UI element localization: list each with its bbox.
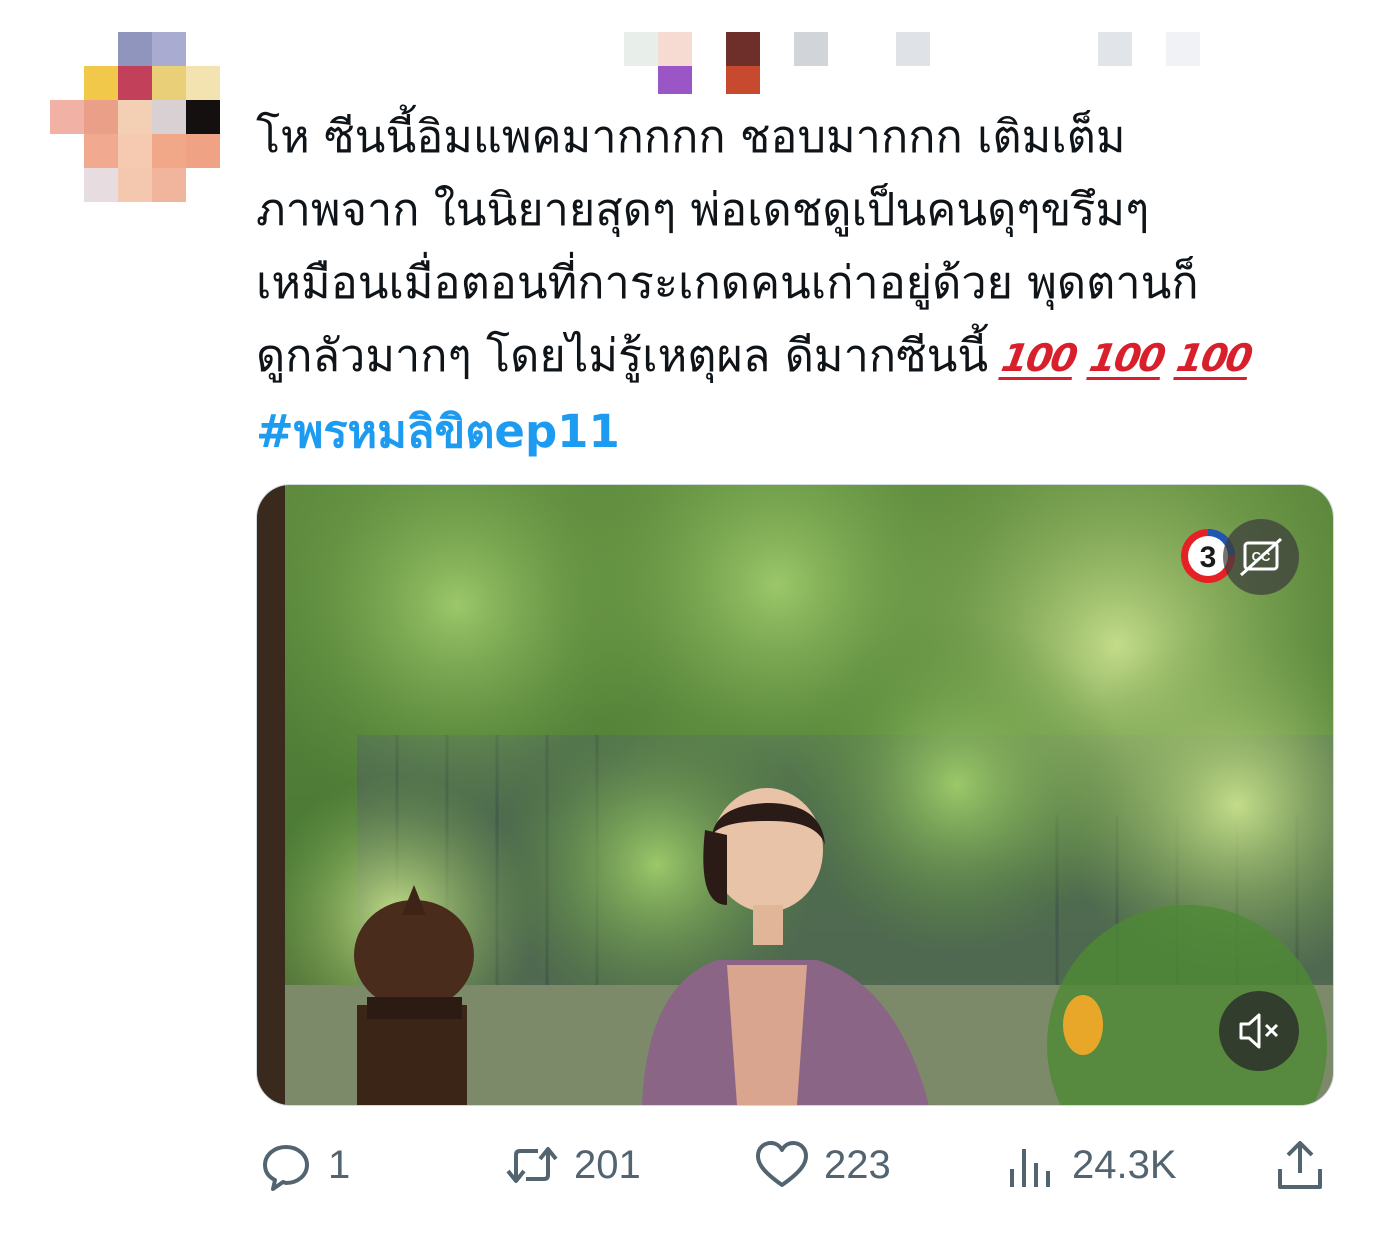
share-button[interactable] — [1270, 1130, 1330, 1200]
view-count: 24.3K — [1072, 1142, 1177, 1187]
reply-count: 1 — [328, 1142, 351, 1187]
captions-button[interactable]: CC — [1223, 519, 1299, 595]
hundred-points-emoji: 100 — [998, 336, 1080, 380]
tweet-text: โห ซีนนี้อิมแพคมากกกก ชอบมากกก เติมเต็ม … — [256, 100, 1346, 468]
tweet-line: เหมือนเมื่อตอนที่การะเกดคนเก่าอยู่ด้วย พ… — [256, 256, 1199, 309]
heart-icon — [756, 1141, 808, 1187]
tweet-line: ดูกลัวมากๆ โดยไม่รู้เหตุผล ดีมากซีนนี้ — [256, 329, 989, 382]
share-upload-icon — [1278, 1141, 1322, 1189]
muted-speaker-icon — [1239, 1013, 1279, 1049]
mute-button[interactable] — [1219, 991, 1299, 1071]
captions-off-icon: CC — [1239, 537, 1283, 577]
hashtag-link[interactable]: #พรหมลิขิตep11 — [256, 395, 1346, 468]
video-player[interactable]: 3 CC — [256, 484, 1334, 1106]
tweet-line: โห ซีนนี้อิมแพคมากกกก ชอบมากกก เติมเต็ม — [256, 110, 1126, 163]
channel-logo-text: 3 — [1200, 541, 1217, 574]
tweet-line-with-emoji: ดูกลัวมากๆ โดยไม่รู้เหตุผล ดีมากซีนนี้ 10… — [256, 319, 1346, 395]
video-frame — [257, 485, 1333, 1105]
tweet-line: ภาพจาก ในนิยายสุดๆ พ่อเดชดูเป็นคนดุๆขรึม… — [256, 183, 1150, 236]
hundred-points-emoji: 100 — [1085, 336, 1167, 380]
reply-button[interactable]: 1 — [256, 1130, 350, 1200]
retweet-button[interactable]: 201 — [502, 1130, 641, 1200]
tweet-action-bar: 1 201 223 24.3K — [0, 1130, 1400, 1200]
hundred-points-emoji: 100 — [1173, 336, 1255, 380]
views-button[interactable]: 24.3K — [1000, 1130, 1177, 1200]
reply-bubble-icon — [263, 1145, 309, 1191]
like-count: 223 — [824, 1142, 891, 1187]
views-bar-chart-icon — [1010, 1149, 1050, 1187]
like-button[interactable]: 223 — [752, 1130, 891, 1200]
retweet-icon — [506, 1147, 558, 1183]
retweet-count: 201 — [574, 1142, 641, 1187]
